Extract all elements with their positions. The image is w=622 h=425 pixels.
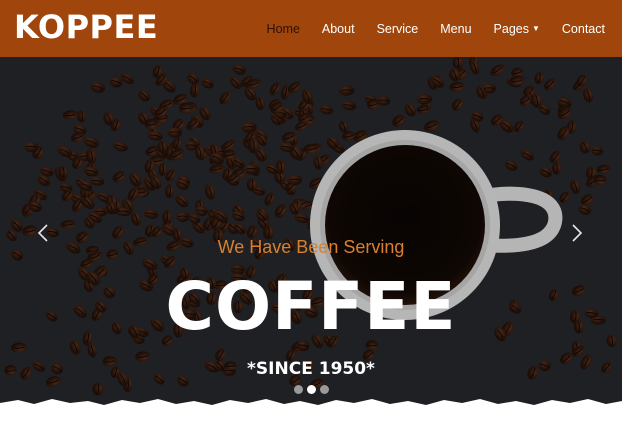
hero-carousel: We Have Been Serving COFFEE *SINCE 1950* <box>0 57 622 407</box>
carousel-indicator-2[interactable] <box>306 385 316 394</box>
nav-link-about[interactable]: About <box>322 22 355 36</box>
nav-link-home[interactable]: Home <box>267 22 300 36</box>
carousel-indicators <box>0 385 622 394</box>
nav-dropdown-pages[interactable]: Pages ▼ <box>494 22 540 36</box>
hero-overlay <box>0 57 622 407</box>
carousel-indicator-3[interactable] <box>319 385 329 394</box>
hero-title: COFFEE <box>165 268 457 345</box>
page-bottom <box>0 407 622 425</box>
carousel-indicator-1[interactable] <box>293 385 303 394</box>
nav-links: Home About Service Menu Pages ▼ Contact <box>245 22 605 36</box>
brand-logo[interactable]: KOPPEE <box>14 8 158 46</box>
nav-link-contact[interactable]: Contact <box>562 22 605 36</box>
nav-link-menu[interactable]: Menu <box>440 22 471 36</box>
hero-subtitle: We Have Been Serving <box>217 237 405 257</box>
navbar: KOPPEE Home About Service Menu Pages ▼ Co… <box>0 0 622 57</box>
hero-since: *SINCE 1950* <box>247 359 375 379</box>
nav-link-pages-label: Pages <box>493 21 529 36</box>
nav-link-service[interactable]: Service <box>377 22 419 36</box>
caret-down-icon: ▼ <box>531 23 540 33</box>
